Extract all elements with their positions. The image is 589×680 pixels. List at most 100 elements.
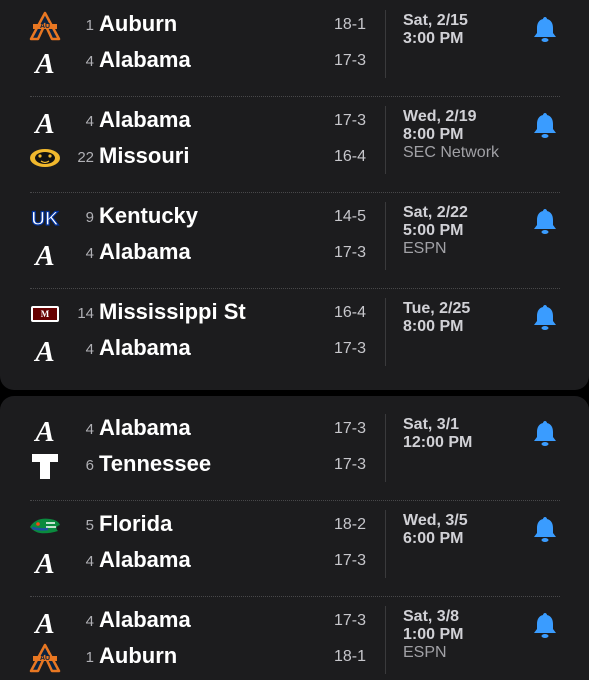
column-separator [385,414,386,482]
game-info: Tue, 2/25 8:00 PM [403,300,533,336]
game-row[interactable]: A 4 Alabama 17-3 6 Tennessee 17-3 Sat, 3/1 12:00… [0,404,589,500]
alabama-logo: A [28,335,62,365]
column-separator [385,202,386,270]
team-row: A 4 Alabama 17-3 [0,44,380,80]
alabama-logo: A [28,607,62,637]
game-row[interactable]: A 4 Alabama 17-3 22 Missouri 16-4 Wed, 2/19 8:00… [0,96,589,192]
bell-icon[interactable] [531,14,559,44]
game-info: Wed, 3/5 6:00 PM [403,512,533,548]
game-date: Sat, 3/8 [403,608,460,625]
svg-text:UK: UK [31,209,59,230]
team-name: Alabama [99,107,191,132]
team-row: 22 Missouri 16-4 [0,140,380,176]
team-record: 17-3 [333,52,366,69]
team-record: 17-3 [333,340,366,357]
team-rank: 9 [85,209,94,226]
svg-text:A: A [33,336,54,365]
team-rank: 22 [77,149,94,166]
alabama-logo: A [28,547,62,577]
svg-text:A: A [33,608,54,637]
game-network: SEC Network [403,144,500,161]
game-date: Sat, 2/22 [403,204,468,221]
team-record: 17-3 [333,456,366,473]
team-row: A 4 Alabama 17-3 [0,332,380,368]
svg-text:A: A [33,108,54,137]
column-separator [385,510,386,578]
team-name: Mississippi St [99,299,246,324]
bell-icon[interactable] [531,418,559,448]
team-record: 18-1 [333,16,366,33]
game-row[interactable]: AU 1 Auburn 18-1 A 4 Alabama 17-3 Sat, 2/15 3:00 … [0,0,589,96]
team-record: 17-3 [333,420,366,437]
team-row: A 4 Alabama 17-3 [0,544,380,580]
team-rank: 4 [85,553,94,570]
game-time: 1:00 PM [403,626,464,643]
game-time: 6:00 PM [403,530,464,547]
team-row: 5 Florida 18-2 [0,508,380,544]
svg-text:AU: AU [40,23,50,30]
row-divider [30,192,560,193]
team-name: Kentucky [99,203,199,228]
alabama-logo: A [28,47,62,77]
game-info: Sat, 2/15 3:00 PM [403,12,533,48]
bell-icon[interactable] [531,302,559,332]
game-date: Sat, 3/1 [403,416,460,433]
team-record: 17-3 [333,244,366,261]
bell-icon[interactable] [531,514,559,544]
game-info: Sat, 3/8 1:00 PM ESPN [403,608,533,662]
bell-icon[interactable] [531,206,559,236]
game-info: Wed, 2/19 8:00 PM SEC Network [403,108,533,162]
team-record: 17-3 [333,612,366,629]
game-date: Tue, 2/25 [403,300,471,317]
column-separator [385,10,386,78]
team-rank: 14 [77,305,94,322]
game-date: Wed, 3/5 [403,512,468,529]
team-row: A 4 Alabama 17-3 [0,604,380,640]
team-record: 16-4 [333,304,366,321]
alabama-logo: A [28,239,62,269]
game-time: 5:00 PM [403,222,464,239]
game-time: 8:00 PM [403,126,464,143]
game-info: Sat, 3/1 12:00 PM [403,416,533,452]
team-row: A 4 Alabama 17-3 [0,412,380,448]
team-row: A 4 Alabama 17-3 [0,104,380,140]
team-rank: 5 [85,517,94,534]
team-name: Alabama [99,239,191,264]
bell-icon[interactable] [531,110,559,140]
game-info: Sat, 2/22 5:00 PM ESPN [403,204,533,258]
row-divider [30,596,560,597]
svg-text:A: A [33,48,54,77]
schedule-card-upper: AU 1 Auburn 18-1 A 4 Alabama 17-3 Sat, 2/15 3:00 … [0,0,589,390]
team-name: Auburn [99,11,178,36]
team-rank: 1 [85,649,94,666]
game-row[interactable]: UK 9 Kentucky 14-5 A 4 Alabama 17-3 Sat, 2/22 5:0… [0,192,589,288]
svg-text:M: M [41,309,50,319]
florida-logo [28,511,62,541]
game-time: 12:00 PM [403,434,473,451]
auburn-logo: AU [28,643,62,673]
team-row: M 14 Mississippi St 16-4 [0,296,380,332]
team-record: 18-2 [333,516,366,533]
team-rank: 4 [85,53,94,70]
team-name: Auburn [99,643,178,668]
team-row: AU 1 Auburn 18-1 [0,8,380,44]
svg-text:AU: AU [40,655,50,662]
kentucky-logo: UK [28,203,62,233]
game-row[interactable]: 5 Florida 18-2 A 4 Alabama 17-3 Wed, 3/5 6:00 PM [0,500,589,596]
game-network: ESPN [403,644,447,661]
team-rank: 4 [85,113,94,130]
bell-icon[interactable] [531,610,559,640]
team-name: Alabama [99,47,191,72]
game-date: Sat, 2/15 [403,12,468,29]
row-divider [30,500,560,501]
team-record: 17-3 [333,112,366,129]
team-record: 17-3 [333,552,366,569]
game-time: 3:00 PM [403,30,464,47]
team-rank: 4 [85,421,94,438]
game-row[interactable]: A 4 Alabama 17-3 AU 1 Auburn 18-1 Sat, 3/8 1:00 P… [0,596,589,680]
team-row: AU 1 Auburn 18-1 [0,640,380,676]
alabama-logo: A [28,107,62,137]
game-row[interactable]: M 14 Mississippi St 16-4 A 4 Alabama 17-3 Tue, 2… [0,288,589,384]
team-rank: 6 [85,457,94,474]
svg-text:A: A [33,240,54,269]
